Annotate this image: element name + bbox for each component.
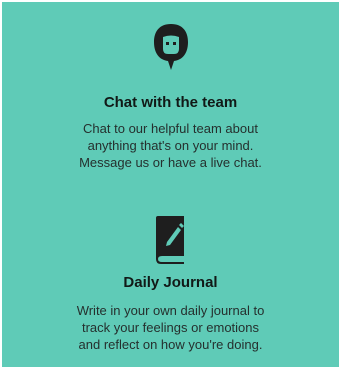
description-line: track your feelings or emotions	[81, 320, 260, 335]
description-line: Chat to our helpful team about	[83, 121, 258, 136]
description-line: Write in your own daily journal to	[76, 303, 265, 318]
chat-bubble-face-icon	[153, 24, 188, 70]
description-line: anything that's on your mind.	[87, 138, 254, 153]
feature-chat-with-team[interactable]: Chat with the team Chat to our helpful t…	[2, 20, 339, 171]
features-panel: Chat with the team Chat to our helpful t…	[2, 2, 339, 367]
journal-pen-icon	[155, 216, 184, 264]
feature-description: Chat to our helpful team about anything …	[46, 120, 296, 171]
description-line: Message us or have a live chat.	[79, 155, 262, 170]
feature-daily-journal[interactable]: Daily Journal Write in your own daily jo…	[2, 212, 339, 353]
description-line: and reflect on how you're doing.	[78, 337, 263, 352]
feature-title: Daily Journal	[123, 274, 218, 291]
feature-description: Write in your own daily journal to track…	[46, 302, 296, 353]
feature-title: Chat with the team	[103, 94, 238, 111]
screen: Chat with the team Chat to our helpful t…	[0, 0, 341, 367]
